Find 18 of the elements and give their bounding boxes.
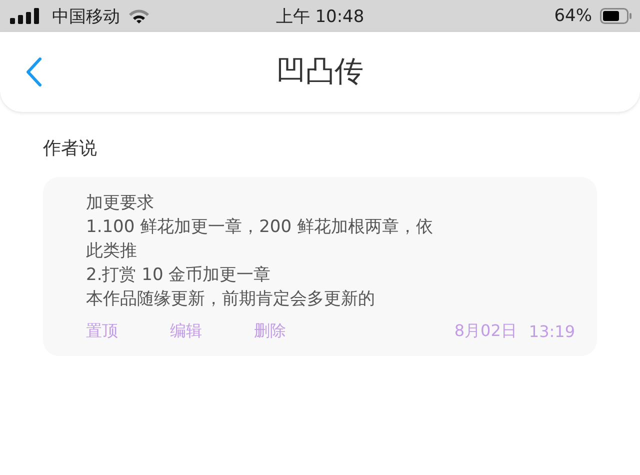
- note-text-line: 1.100 鲜花加更一章，200 鲜花加根两章，依: [86, 216, 434, 239]
- action-link[interactable]: 删除: [254, 321, 286, 342]
- section-title: 作者说: [43, 137, 98, 160]
- note-text-line: 此类推: [86, 240, 138, 263]
- note-date: 8月02日: [454, 321, 517, 342]
- back-icon[interactable]: [26, 57, 42, 87]
- carrier-name: 中国移动: [52, 6, 120, 28]
- note-text-line: 2.打赏 10 金币加更一章: [86, 264, 272, 287]
- battery-icon: [600, 8, 632, 24]
- note-time: 13:19: [528, 322, 575, 341]
- battery-percent: 64%: [554, 6, 592, 26]
- wifi-icon: [128, 8, 150, 24]
- action-link[interactable]: 置顶: [86, 321, 118, 342]
- status-time: 上午 10:48: [274, 6, 366, 28]
- note-text-line: 本作品随缘更新，前期肯定会多更新的: [86, 288, 376, 311]
- page-title: 凹凸传: [276, 53, 364, 90]
- action-link[interactable]: 编辑: [170, 321, 202, 342]
- note-text-line: 加更要求: [86, 192, 155, 215]
